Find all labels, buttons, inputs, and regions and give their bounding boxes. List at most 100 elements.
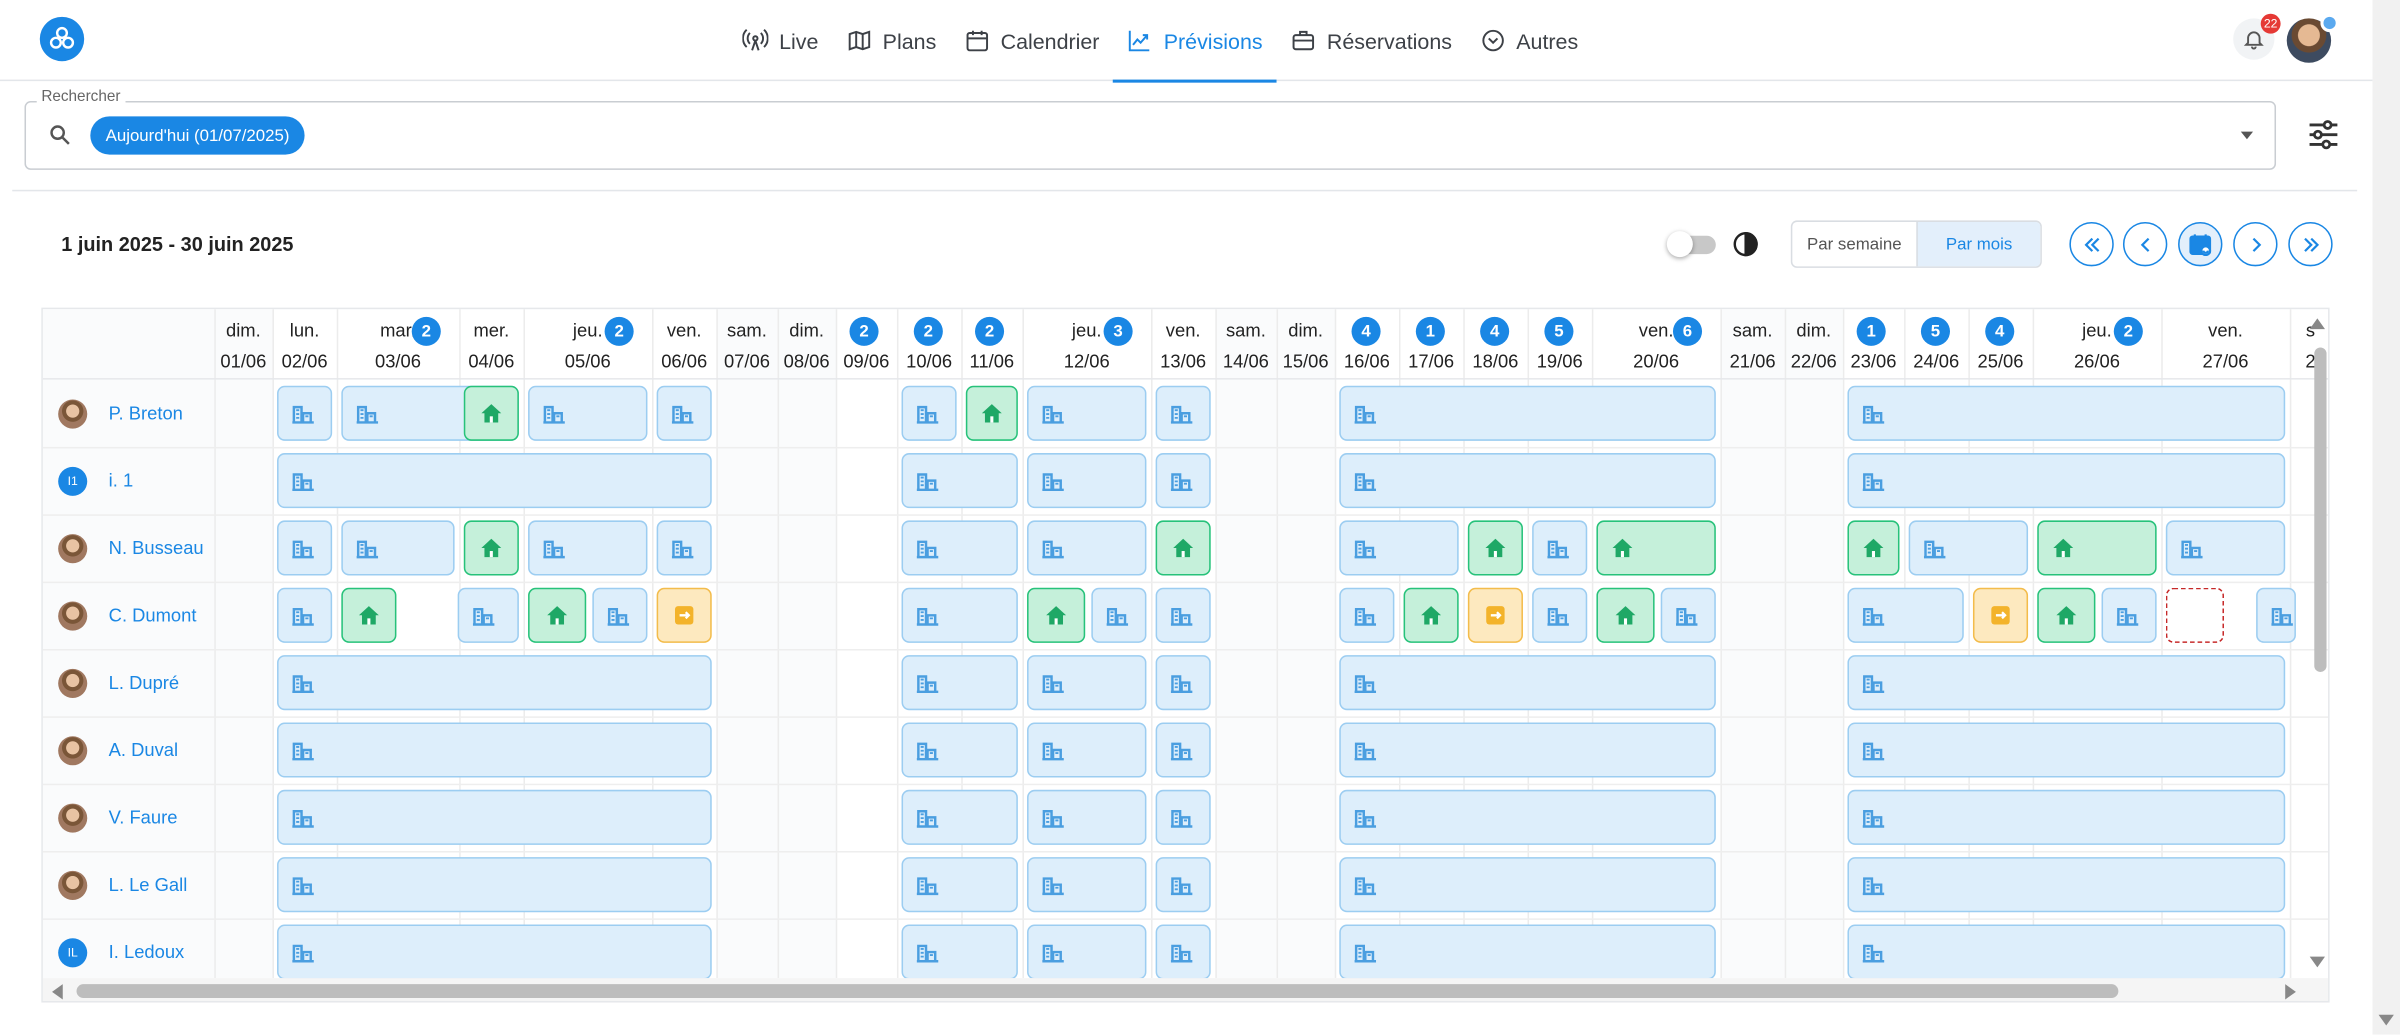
day-header[interactable]: sam. 14/06 xyxy=(1215,309,1276,379)
office-presence-block[interactable] xyxy=(277,385,333,441)
person-row-header[interactable]: L. Dupré xyxy=(43,649,214,716)
office-presence-block[interactable] xyxy=(1027,453,1147,509)
person-row-header[interactable]: P. Breton xyxy=(43,380,214,447)
office-presence-block[interactable] xyxy=(1339,520,1459,576)
office-presence-block[interactable] xyxy=(1027,385,1147,441)
office-presence-block[interactable] xyxy=(1155,722,1211,778)
person-name-link[interactable]: L. Le Gall xyxy=(109,874,188,895)
office-presence-block[interactable] xyxy=(1155,857,1211,913)
office-presence-block[interactable] xyxy=(1155,587,1211,643)
office-presence-block[interactable] xyxy=(656,520,712,576)
person-row-header[interactable]: I1 i. 1 xyxy=(43,447,214,514)
remote-work-block[interactable] xyxy=(1596,587,1655,643)
office-presence-block[interactable] xyxy=(1339,385,1716,441)
out-of-office-block[interactable] xyxy=(1972,587,2029,643)
remote-work-block[interactable] xyxy=(1847,520,1900,576)
out-of-office-block[interactable] xyxy=(656,587,712,643)
nav-reservations[interactable]: Réservations xyxy=(1276,0,1465,81)
remote-work-block[interactable] xyxy=(1027,587,1086,643)
day-header[interactable]: dim. 22/06 xyxy=(1785,309,1843,379)
office-presence-block[interactable] xyxy=(1027,857,1147,913)
office-presence-block[interactable] xyxy=(277,520,333,576)
nav-autres[interactable]: Autres xyxy=(1466,0,1592,81)
office-presence-block[interactable] xyxy=(1847,924,2286,980)
office-presence-block[interactable] xyxy=(901,924,1018,980)
first-period-button[interactable] xyxy=(2069,221,2114,267)
app-logo[interactable] xyxy=(39,16,85,62)
day-header[interactable]: ven. 13/06 xyxy=(1151,309,1215,379)
nav-plans[interactable]: Plans xyxy=(832,0,950,81)
day-header[interactable]: ven. 06/06 xyxy=(652,309,716,379)
remote-work-block[interactable] xyxy=(1403,587,1459,643)
person-name-link[interactable]: I. Ledoux xyxy=(109,941,185,962)
office-presence-block[interactable] xyxy=(901,385,957,441)
person-name-link[interactable]: P. Breton xyxy=(109,403,183,424)
office-presence-block[interactable] xyxy=(1155,789,1211,845)
office-presence-block[interactable] xyxy=(277,587,333,643)
office-presence-block[interactable] xyxy=(1155,655,1211,711)
office-presence-block[interactable] xyxy=(1339,587,1395,643)
day-header[interactable]: sam. 07/06 xyxy=(716,309,777,379)
day-header[interactable]: mer. 04/06 xyxy=(459,309,523,379)
attendance-count-badge[interactable]: 5 xyxy=(1920,316,1950,346)
office-presence-block[interactable] xyxy=(901,520,1018,576)
unplanned-block[interactable] xyxy=(2165,587,2224,643)
attendance-count-badge[interactable]: 6 xyxy=(1672,316,1703,346)
person-row-header[interactable]: N. Busseau xyxy=(43,514,214,581)
office-presence-block[interactable] xyxy=(277,453,712,509)
office-presence-block[interactable] xyxy=(656,385,712,441)
office-presence-block[interactable] xyxy=(901,857,1018,913)
office-presence-block[interactable] xyxy=(1027,655,1147,711)
horizontal-scroll-thumb[interactable] xyxy=(76,984,2119,998)
last-period-button[interactable] xyxy=(2288,221,2333,267)
contrast-icon[interactable] xyxy=(1731,230,1760,259)
office-presence-block[interactable] xyxy=(592,587,648,643)
attendance-count-badge[interactable]: 4 xyxy=(1480,316,1510,346)
day-header[interactable]: lun. 02/06 xyxy=(272,309,336,379)
remote-work-block[interactable] xyxy=(528,587,587,643)
person-name-link[interactable]: C. Dumont xyxy=(109,605,197,626)
person-row-header[interactable]: L. Le Gall xyxy=(43,851,214,918)
office-presence-block[interactable] xyxy=(1091,587,1147,643)
attendance-count-badge[interactable]: 2 xyxy=(411,316,441,346)
person-row-header[interactable]: IL I. Ledoux xyxy=(43,918,214,985)
day-header[interactable]: jeu. 05/06 xyxy=(523,309,652,379)
filter-sliders-icon[interactable] xyxy=(2307,119,2341,150)
vertical-scroll-thumb[interactable] xyxy=(2314,347,2327,672)
attendance-count-badge[interactable]: 4 xyxy=(1351,316,1381,346)
scroll-up-icon[interactable] xyxy=(2309,318,2325,330)
attendance-count-badge[interactable]: 2 xyxy=(913,316,943,346)
office-presence-block[interactable] xyxy=(901,722,1018,778)
office-presence-block[interactable] xyxy=(1027,924,1147,980)
office-presence-block[interactable] xyxy=(341,520,455,576)
day-header[interactable]: mar. 03/06 xyxy=(337,309,459,379)
horizontal-scrollbar[interactable] xyxy=(42,978,2329,1002)
today-button[interactable] xyxy=(2178,221,2223,267)
attendance-count-badge[interactable]: 2 xyxy=(604,316,634,346)
person-name-link[interactable]: i. 1 xyxy=(109,470,134,491)
remote-work-block[interactable] xyxy=(2037,520,2157,576)
previous-period-button[interactable] xyxy=(2122,221,2168,267)
nav-calendrier[interactable]: Calendrier xyxy=(950,0,1113,81)
remote-work-block[interactable] xyxy=(2037,587,2096,643)
office-presence-block[interactable] xyxy=(1155,453,1211,509)
office-presence-block[interactable] xyxy=(1339,789,1716,845)
office-presence-block[interactable] xyxy=(1847,587,1964,643)
office-presence-block[interactable] xyxy=(528,385,648,441)
nav-previsions[interactable]: Prévisions xyxy=(1113,0,1276,83)
attendance-count-badge[interactable]: 2 xyxy=(974,316,1005,346)
date-filter-chip[interactable]: Aujourd'hui (01/07/2025) xyxy=(90,116,305,155)
person-name-link[interactable]: N. Busseau xyxy=(109,537,204,558)
remote-work-block[interactable] xyxy=(1467,520,1523,576)
scroll-left-icon[interactable] xyxy=(52,984,63,1000)
remote-work-block[interactable] xyxy=(463,385,519,441)
office-presence-block[interactable] xyxy=(1847,857,2286,913)
nav-live[interactable]: Live xyxy=(729,0,833,81)
office-presence-block[interactable] xyxy=(1847,789,2286,845)
office-presence-block[interactable] xyxy=(1847,453,2286,509)
office-presence-block[interactable] xyxy=(1339,453,1716,509)
day-header[interactable]: jeu. 26/06 xyxy=(2033,309,2162,379)
office-presence-block[interactable] xyxy=(901,453,1018,509)
remote-work-block[interactable] xyxy=(463,520,519,576)
remote-work-block[interactable] xyxy=(965,385,1018,441)
